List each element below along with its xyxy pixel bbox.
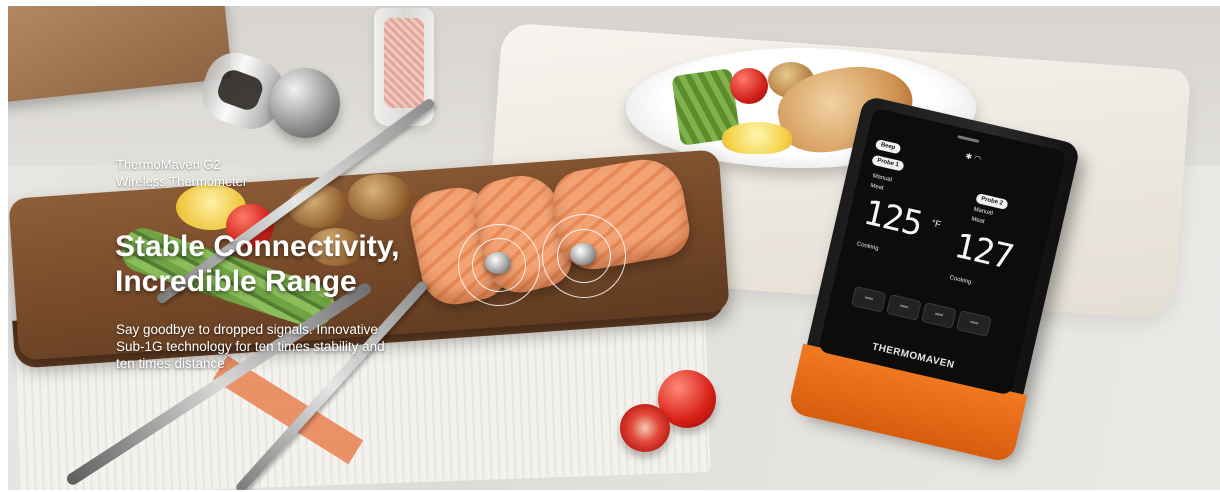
mode-right: Manual — [972, 206, 994, 217]
status-left: Cooking — [856, 241, 880, 253]
hero-banner: Beep ✱ ◠ Probe 1 Probe 2 Manual Meat Man… — [8, 6, 1220, 490]
temp-right: 127 — [950, 225, 1017, 278]
probe1-pill: Probe 1 — [871, 154, 905, 172]
body-line-1: Say goodbye to dropped signals. Innovati… — [116, 322, 378, 337]
mode-left: Manual — [871, 173, 893, 184]
headline: Stable Connectivity, Incredible Range — [115, 229, 400, 299]
device-button — [850, 285, 887, 313]
probe-tip — [485, 252, 511, 274]
body-line-3: ten times distance — [116, 356, 225, 371]
beep-pill: Beep — [874, 139, 902, 155]
pepper-grinder-contents — [214, 66, 266, 114]
status-right: Cooking — [948, 275, 972, 286]
grinder-knob — [270, 68, 340, 138]
product-name: ThermoMaven G2 — [116, 157, 221, 172]
headline-line-2: Incredible Range — [115, 265, 357, 298]
roast-potato — [348, 174, 412, 220]
probe-tip — [570, 243, 596, 265]
product-eyebrow: ThermoMaven G2 Wireless Thermometer — [116, 156, 247, 190]
product-type: Wireless Thermometer — [116, 174, 248, 189]
body-copy: Say goodbye to dropped signals. Innovati… — [116, 321, 385, 372]
lemon-wedge — [722, 122, 792, 154]
food-left: Meat — [869, 182, 885, 192]
device-button — [921, 302, 957, 329]
wifi-icon: ◠ — [973, 153, 983, 164]
device-speaker — [957, 135, 980, 144]
cherry-tomato-half — [620, 404, 670, 452]
device-button — [956, 310, 992, 337]
bluetooth-icon: ✱ — [964, 151, 974, 162]
unit-label: °F — [930, 217, 942, 230]
headline-line-1: Stable Connectivity, — [115, 230, 400, 263]
body-line-2: Sub-1G technology for ten times stabilit… — [116, 339, 385, 354]
plate-tomato — [730, 68, 768, 104]
food-right: Meat — [970, 216, 986, 226]
device-button — [886, 294, 922, 321]
temp-left: 125 — [859, 192, 926, 245]
status-icons: ✱ ◠ — [965, 151, 983, 163]
